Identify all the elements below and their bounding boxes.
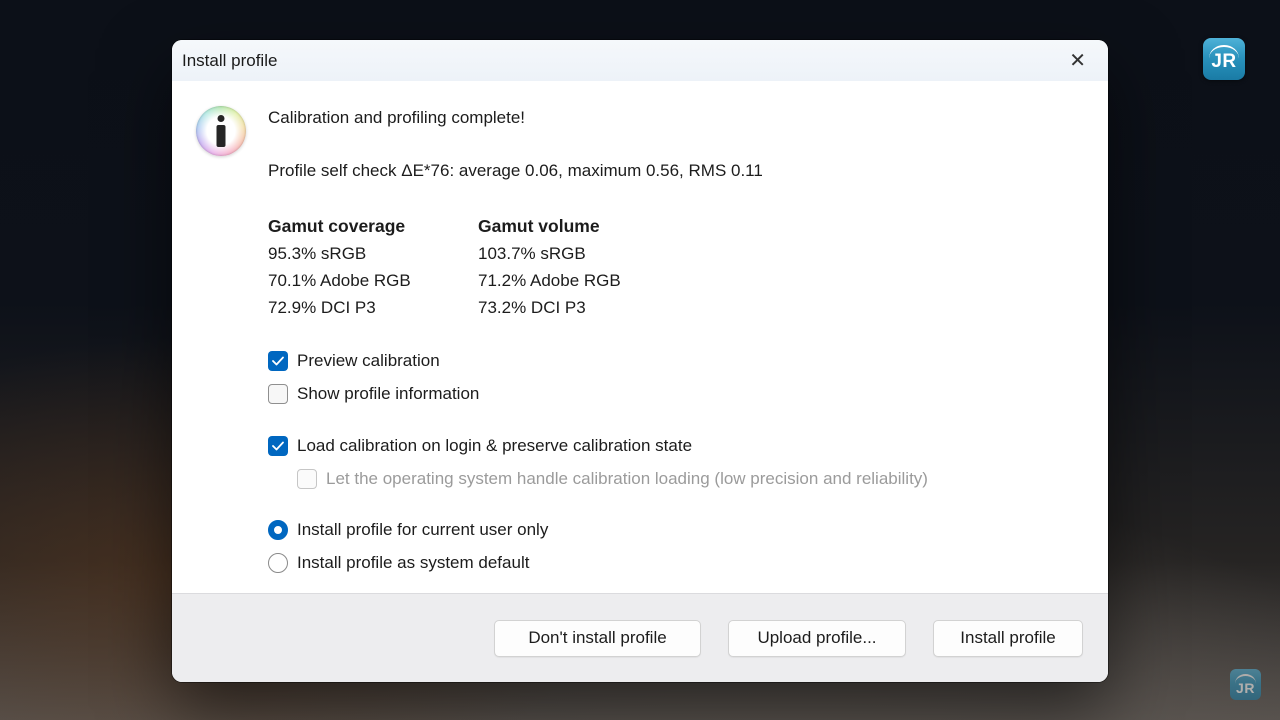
load-calibration-checkbox[interactable] [268,436,288,456]
completion-message: Calibration and profiling complete! [268,108,526,127]
self-check-result: Profile self check ΔE*76: average 0.06, … [268,161,763,180]
dialog-titlebar[interactable]: Install profile ✕ [172,40,1108,81]
gamut-table: Gamut coverage 95.3% sRGB 70.1% Adobe RG… [268,213,1078,321]
dont-install-profile-button[interactable]: Don't install profile [494,619,701,657]
install-system-default-radio[interactable] [268,553,288,573]
jr-logo-text: JR [1236,679,1255,696]
info-icon-stem [216,125,226,147]
jr-watermark-logo-small: JR [1230,669,1261,700]
gamut-coverage-dci-p3: 72.9% DCI P3 [268,298,376,317]
preview-options-group: Preview calibration Show profile informa… [268,350,1078,405]
install-current-user-label: Install profile for current user only [297,520,549,539]
install-profile-dialog: Install profile ✕ Calibration and profil… [172,40,1108,682]
gamut-volume-srgb: 103.7% sRGB [478,244,586,263]
install-profile-button[interactable]: Install profile [933,619,1083,657]
gamut-volume-adobe-rgb: 71.2% Adobe RGB [478,271,621,290]
install-scope-group: Install profile for current user only In… [268,519,1078,574]
upload-profile-button[interactable]: Upload profile... [728,619,906,657]
dialog-title: Install profile [182,50,278,70]
preview-calibration-option[interactable]: Preview calibration [268,350,1078,372]
gamut-coverage-header: Gamut coverage [268,216,406,236]
dialog-body: Calibration and profiling complete! Prof… [172,81,1108,593]
info-icon [196,106,246,156]
jr-watermark-logo: JR [1203,38,1245,80]
checkmark-icon [272,356,284,366]
info-icon-dot [217,115,225,122]
show-profile-information-option[interactable]: Show profile information [268,383,1078,405]
load-calibration-label: Load calibration on login & preserve cal… [297,436,693,455]
preview-calibration-checkbox[interactable] [268,351,288,371]
install-system-default-option[interactable]: Install profile as system default [268,552,1078,574]
gamut-coverage-adobe-rgb: 70.1% Adobe RGB [268,271,411,290]
show-profile-information-checkbox[interactable] [268,384,288,404]
jr-logo-text: JR [1211,51,1237,72]
os-handles-calibration-label: Let the operating system handle calibrat… [326,469,928,488]
close-icon[interactable]: ✕ [1065,49,1090,73]
gamut-coverage-srgb: 95.3% sRGB [268,244,367,263]
gamut-coverage-column: Gamut coverage 95.3% sRGB 70.1% Adobe RG… [268,213,478,321]
os-handles-calibration-option: Let the operating system handle calibrat… [297,468,1078,490]
os-handles-calibration-checkbox [297,469,317,489]
install-current-user-radio[interactable] [268,520,288,540]
preview-calibration-label: Preview calibration [297,351,440,370]
load-calibration-option[interactable]: Load calibration on login & preserve cal… [268,435,1078,457]
show-profile-information-label: Show profile information [297,384,480,403]
install-system-default-label: Install profile as system default [297,553,530,572]
install-current-user-option[interactable]: Install profile for current user only [268,519,1078,541]
checkmark-icon [272,441,284,451]
dialog-footer: Don't install profile Upload profile... … [172,593,1108,682]
gamut-volume-column: Gamut volume 103.7% sRGB 71.2% Adobe RGB… [478,213,621,321]
calibration-loading-group: Load calibration on login & preserve cal… [268,435,1078,490]
gamut-volume-dci-p3: 73.2% DCI P3 [478,298,586,317]
gamut-volume-header: Gamut volume [478,216,600,236]
